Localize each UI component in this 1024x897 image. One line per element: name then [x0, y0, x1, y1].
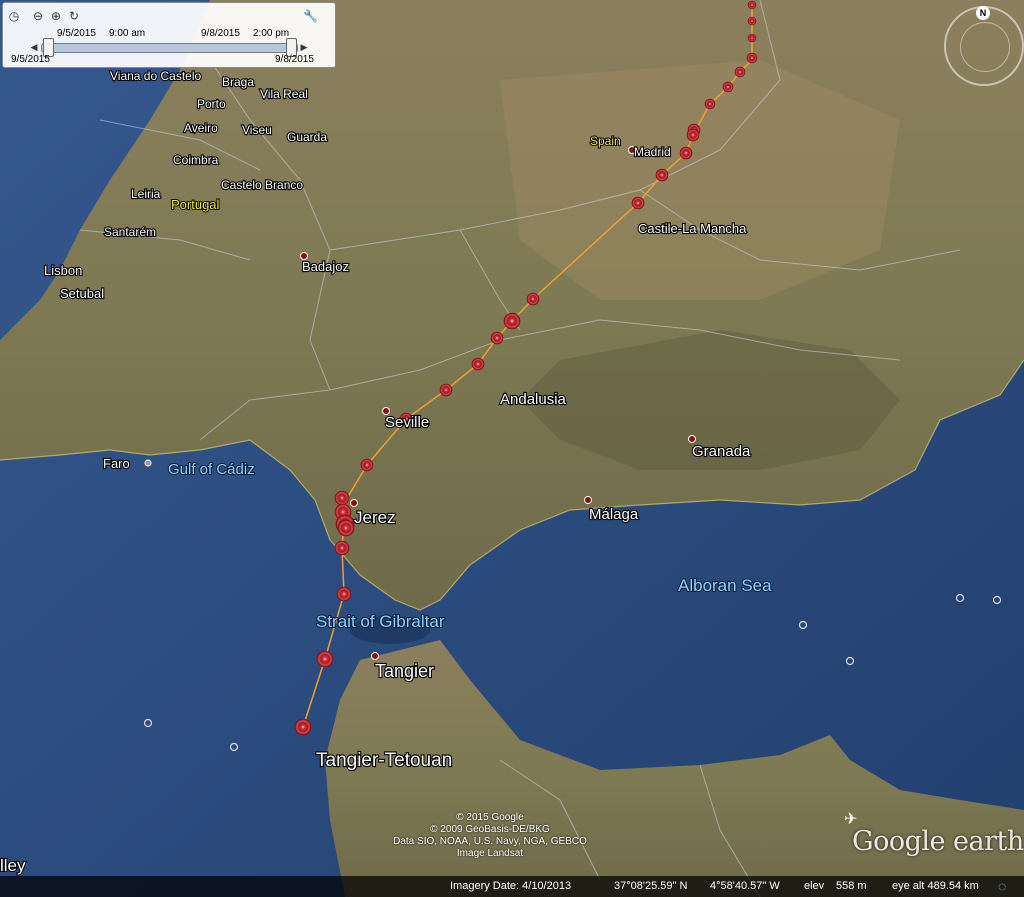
label-faro: Faro: [103, 456, 130, 471]
longitude: 4°58'40.57" W: [710, 880, 780, 892]
step-back-button[interactable]: ◀: [29, 41, 39, 53]
track-point[interactable]: [734, 66, 746, 78]
track-point[interactable]: [747, 0, 757, 10]
google-earth-logo: Google earth: [852, 826, 1024, 857]
track-point[interactable]: [471, 357, 485, 371]
zoom-in-icon[interactable]: ⊕: [49, 9, 63, 23]
label-ley: lley: [0, 856, 26, 875]
elevation: 558 m: [836, 880, 867, 892]
city-dot-malaga: [584, 496, 592, 504]
track-point[interactable]: [337, 519, 355, 537]
label-portugal: Portugal: [171, 197, 220, 212]
elev-label: elev: [804, 880, 825, 892]
track-point[interactable]: [490, 331, 504, 345]
track-point[interactable]: [704, 98, 716, 110]
label-braga: Braga: [222, 75, 254, 89]
start-date: 9/5/2015: [57, 28, 96, 39]
label-castelo-branco: Castelo Branco: [221, 178, 303, 192]
label-jerez: Jerez: [354, 508, 396, 527]
label-alboran: Alboran Sea: [678, 576, 772, 595]
time-slider-panel: ◷ ⊖ ⊕ ↻ 🔧 9/5/2015 9:00 am 9/8/2015 2:00…: [2, 2, 336, 68]
range-end-date: 9/8/2015: [275, 54, 314, 65]
map-view[interactable]: ✈ Viana do Castelo Braga Porto Vila Real…: [0, 0, 1024, 897]
label-badajoz: Badajoz: [302, 259, 349, 274]
zoom-out-icon[interactable]: ⊖: [31, 9, 45, 23]
track-point[interactable]: [686, 128, 700, 142]
track-point[interactable]: [655, 168, 669, 182]
eye-altitude: eye alt 489.54 km: [892, 880, 979, 892]
track-point[interactable]: [336, 586, 352, 602]
plateau-shading: [500, 60, 900, 300]
attribution: © 2015 Google © 2009 GeoBasis-DE/BKG Dat…: [380, 812, 600, 860]
attribution-line: Image Landsat: [456, 848, 524, 859]
track-point[interactable]: [316, 650, 334, 668]
track-point[interactable]: [631, 196, 645, 210]
track-point[interactable]: [334, 490, 350, 506]
track-point[interactable]: [360, 458, 374, 472]
label-guarda: Guarda: [287, 130, 327, 144]
time-slider-track[interactable]: [41, 43, 298, 53]
refresh-icon[interactable]: ↻: [67, 9, 81, 23]
label-madrid: Madrid: [634, 145, 671, 159]
streaming-icon: ◌: [998, 878, 1007, 894]
label-porto: Porto: [197, 97, 226, 111]
status-bar: Imagery Date: 4/10/2013 37°08'25.59" N 4…: [0, 876, 1024, 897]
attribution-line: © 2009 GeoBasis-DE/BKG: [430, 824, 550, 835]
label-seville: Seville: [385, 414, 429, 431]
track-point[interactable]: [722, 81, 734, 93]
track-point[interactable]: [526, 292, 540, 306]
city-dot-faro: [144, 459, 152, 467]
north-indicator[interactable]: N: [976, 6, 990, 20]
wrench-icon[interactable]: 🔧: [303, 9, 318, 23]
label-malaga: Málaga: [589, 506, 639, 523]
label-granada: Granada: [692, 443, 751, 460]
latitude: 37°08'25.59" N: [614, 880, 688, 892]
label-spain: Spain: [590, 134, 621, 148]
label-lisbon: Lisbon: [44, 263, 82, 278]
label-santarem: Santarém: [104, 225, 156, 239]
track-point[interactable]: [747, 16, 757, 26]
label-castile: Castile-La Mancha: [638, 221, 747, 236]
label-gibraltar: Strait of Gibraltar: [316, 612, 445, 631]
city-dot-granada: [688, 435, 696, 443]
end-time: 2:00 pm: [253, 28, 290, 39]
imagery-date: Imagery Date: 4/10/2013: [450, 880, 572, 892]
attribution-line: Data SIO, NOAA, U.S. Navy, NGA, GEBCO: [393, 836, 587, 847]
track-point[interactable]: [439, 383, 453, 397]
label-gulf-cadiz: Gulf of Cádiz: [168, 461, 255, 478]
range-start-date: 9/5/2015: [11, 54, 50, 65]
track-point[interactable]: [746, 52, 758, 64]
label-vila-real: Vila Real: [260, 87, 308, 101]
step-forward-button[interactable]: ▶: [299, 41, 309, 53]
track-point[interactable]: [294, 718, 312, 736]
start-time: 9:00 am: [109, 28, 146, 39]
label-viseu: Viseu: [242, 123, 272, 137]
track-point[interactable]: [679, 146, 693, 160]
track-point[interactable]: [747, 33, 757, 43]
city-dot-tangier: [371, 652, 379, 660]
navigation-compass[interactable]: N: [944, 6, 1024, 86]
look-ring[interactable]: [960, 22, 1010, 72]
city-dot-jerez: [350, 499, 358, 507]
label-coimbra: Coimbra: [173, 153, 219, 167]
label-viana: Viana do Castelo: [110, 69, 202, 83]
track-point[interactable]: [503, 312, 521, 330]
label-tangier: Tangier: [375, 661, 434, 681]
track-point[interactable]: [334, 540, 350, 556]
label-andalusia: Andalusia: [500, 391, 567, 408]
attribution-line: © 2015 Google: [456, 812, 524, 823]
label-setubal: Setubal: [60, 286, 104, 301]
label-leiria: Leiria: [131, 187, 161, 201]
clock-icon[interactable]: ◷: [7, 9, 21, 23]
end-date: 9/8/2015: [201, 28, 240, 39]
label-aveiro: Aveiro: [184, 121, 218, 135]
label-tangier-tetouan: Tangier-Tetouan: [316, 750, 452, 771]
